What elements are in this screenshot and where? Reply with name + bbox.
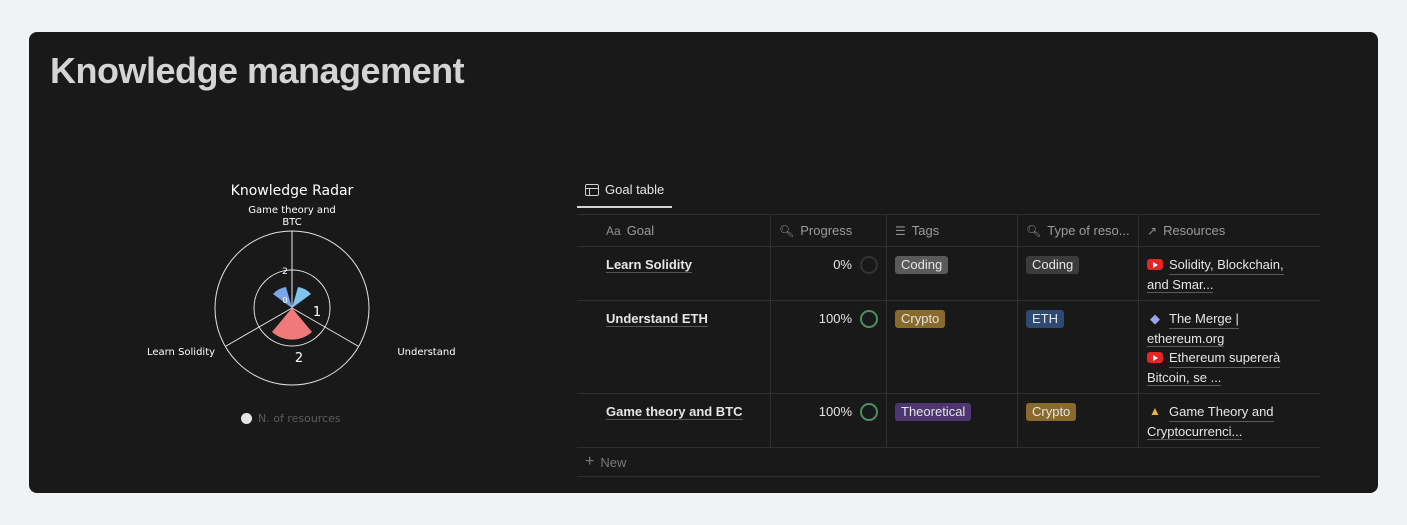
plus-icon: +: [585, 453, 595, 470]
column-header-progress[interactable]: 🔍︎ Progress: [771, 215, 887, 246]
tag-badge: Crypto: [895, 310, 946, 328]
goal-title[interactable]: Game theory and BTC: [606, 404, 743, 420]
resource-link[interactable]: ▲ Game Theory and: [1147, 402, 1312, 422]
scale-tick-0: 0: [282, 296, 287, 305]
column-header-goal[interactable]: Aa Goal: [577, 215, 771, 246]
tab-label: Goal table: [605, 182, 665, 197]
list-icon: ☰: [895, 223, 906, 238]
youtube-icon: [1147, 259, 1163, 270]
scale-tick-2: 2: [282, 267, 288, 277]
tags-cell[interactable]: Coding: [887, 247, 1018, 300]
column-header-tags[interactable]: ☰ Tags: [887, 215, 1018, 246]
view-tabs: Goal table: [577, 178, 673, 208]
resource-title-cont: and Smar...: [1147, 277, 1214, 293]
category-label-top-line1: Game theory and: [248, 205, 336, 216]
progress-cell: 100%: [771, 394, 887, 447]
table-row[interactable]: Understand ETH 100% Crypto ETH ◆ The Mer…: [577, 301, 1320, 394]
column-header-type[interactable]: 🔍︎ Type of reso...: [1018, 215, 1139, 246]
data-label-2: 2: [295, 351, 303, 366]
chart-title: Knowledge Radar: [231, 183, 354, 199]
column-header-label: Goal: [626, 223, 655, 238]
type-badge: Crypto: [1026, 403, 1077, 421]
progress-value: 0%: [833, 257, 852, 272]
progress-ring-icon: [860, 255, 878, 274]
resource-title-cont: Bitcoin, se ...: [1147, 370, 1222, 386]
table-row[interactable]: Learn Solidity 0% Coding Coding Solidity…: [577, 247, 1320, 301]
resource-title-cont: Cryptocurrenci...: [1147, 424, 1243, 440]
knowledge-radar-chart: Knowledge Radar Game theory and BTC Lear…: [139, 180, 479, 430]
type-cell[interactable]: ETH: [1018, 301, 1139, 393]
progress-cell: 0%: [771, 247, 887, 300]
legend-dot-icon: [241, 413, 252, 424]
goal-cell[interactable]: Game theory and BTC: [577, 394, 771, 447]
resources-cell[interactable]: ◆ The Merge | ethereum.org Ethereum supe…: [1139, 301, 1320, 393]
type-badge: Coding: [1026, 256, 1080, 274]
type-cell[interactable]: Crypto: [1018, 394, 1139, 447]
radar-segment-main: [272, 308, 312, 340]
goal-cell[interactable]: Understand ETH: [577, 301, 771, 393]
category-label-top-line2: BTC: [282, 217, 301, 228]
resource-title: Solidity, Blockchain,: [1169, 255, 1284, 275]
radar-svg: Knowledge Radar Game theory and BTC Lear…: [147, 183, 479, 386]
progress-cell: 100%: [771, 301, 887, 393]
table-icon: [585, 183, 599, 196]
table-header-row: Aa Goal 🔍︎ Progress ☰ Tags 🔍︎ Type of re…: [577, 215, 1320, 247]
add-new-row-button[interactable]: + New: [577, 448, 1320, 477]
search-icon: 🔍︎: [779, 223, 795, 238]
progress-value: 100%: [818, 404, 852, 419]
tag-badge: Coding: [895, 256, 949, 274]
type-badge: ETH: [1026, 310, 1064, 328]
ethereum-icon: ◆: [1150, 311, 1160, 326]
goal-title[interactable]: Understand ETH: [606, 311, 708, 327]
column-header-label: Progress: [800, 223, 853, 238]
arrow-up-right-icon: ↗: [1147, 223, 1158, 238]
resources-cell[interactable]: ▲ Game Theory and Cryptocurrenci...: [1139, 394, 1320, 447]
type-cell[interactable]: Coding: [1018, 247, 1139, 300]
tab-goal-table[interactable]: Goal table: [577, 178, 673, 208]
legend-label: N. of resources: [258, 412, 341, 425]
goal-cell[interactable]: Learn Solidity: [577, 247, 771, 300]
page-panel: Knowledge management Knowledge Radar Gam…: [29, 32, 1378, 493]
resource-link[interactable]: Solidity, Blockchain,: [1147, 255, 1312, 275]
resource-link[interactable]: Ethereum supererà: [1147, 348, 1312, 368]
column-header-label: Type of reso...: [1047, 223, 1130, 238]
progress-ring-icon: [860, 402, 878, 421]
column-header-label: Resources: [1163, 223, 1226, 238]
resource-title: The Merge |: [1169, 309, 1239, 329]
category-label-right: Understand ETH: [397, 347, 459, 358]
column-header-resources[interactable]: ↗ Resources: [1139, 215, 1320, 246]
radar-segment-right: [292, 287, 311, 308]
resource-title-cont: ethereum.org: [1147, 331, 1225, 347]
progress-value: 100%: [818, 311, 852, 326]
tag-badge: Theoretical: [895, 403, 972, 421]
resources-cell[interactable]: Solidity, Blockchain, and Smar...: [1139, 247, 1320, 300]
goal-table: Aa Goal 🔍︎ Progress ☰ Tags 🔍︎ Type of re…: [577, 214, 1320, 477]
tags-cell[interactable]: Theoretical: [887, 394, 1018, 447]
progress-ring-icon: [860, 309, 878, 328]
resource-title: Ethereum supererà: [1169, 348, 1281, 368]
youtube-icon: [1147, 352, 1163, 363]
graduation-cap-icon: ▲: [1149, 404, 1161, 418]
goal-title[interactable]: Learn Solidity: [606, 257, 692, 273]
chart-legend[interactable]: N. of resources: [241, 412, 341, 425]
tags-cell[interactable]: Crypto: [887, 301, 1018, 393]
column-header-label: Tags: [911, 223, 940, 238]
search-icon: 🔍︎: [1026, 223, 1042, 238]
table-row[interactable]: Game theory and BTC 100% Theoretical Cry…: [577, 394, 1320, 448]
data-label-1: 1: [313, 305, 321, 320]
category-label-left: Learn Solidity: [147, 347, 215, 358]
resource-title: Game Theory and: [1169, 402, 1274, 422]
page-title: Knowledge management: [50, 50, 465, 91]
text-type-icon: Aa: [606, 223, 621, 238]
new-label: New: [600, 454, 627, 470]
resource-link[interactable]: ◆ The Merge |: [1147, 309, 1312, 329]
